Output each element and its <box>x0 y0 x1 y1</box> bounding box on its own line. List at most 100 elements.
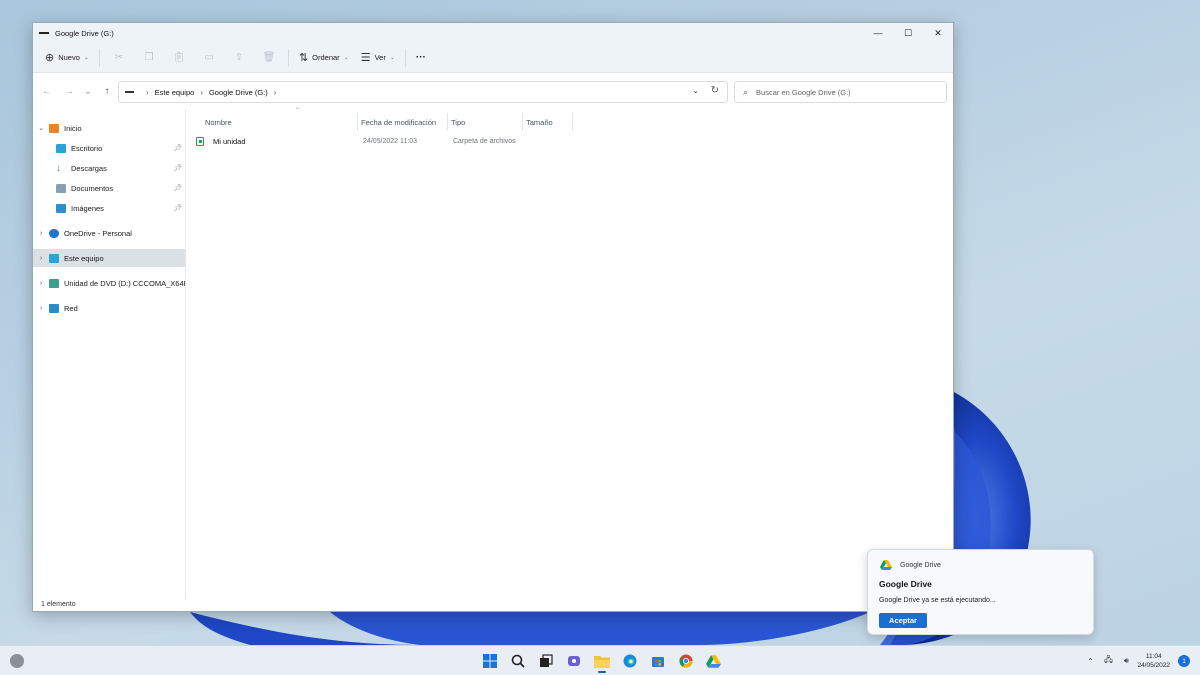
column-resizer[interactable] <box>572 113 573 131</box>
task-view-icon <box>539 654 553 667</box>
chevron-down-icon: ⌄ <box>343 55 349 61</box>
toolbar-divider <box>287 48 289 67</box>
toast-app-name: Google Drive <box>900 561 941 569</box>
file-modified: 24/05/2022 11:03 <box>363 137 417 145</box>
accept-button[interactable]: Aceptar <box>879 613 927 628</box>
file-explorer-taskbar-button[interactable] <box>588 649 615 673</box>
file-name: Mi unidad <box>213 136 246 146</box>
nav-label: Descargas <box>71 163 107 173</box>
close-button[interactable]: ✕ <box>923 23 953 43</box>
copy-icon[interactable]: ❐ <box>134 47 164 69</box>
breadcrumb-este-equipo[interactable]: Este equipo <box>155 88 195 97</box>
toast-message: Google Drive ya se está ejecutando... <box>879 597 996 604</box>
sort-button[interactable]: ⇅ Ordenar ⌄ <box>293 47 355 69</box>
view-button[interactable]: ☰ Ver ⌄ <box>355 47 401 69</box>
column-resizer[interactable] <box>357 113 358 131</box>
table-row[interactable]: Mi unidad 24/05/2022 11:03 Carpeta de ar… <box>196 133 536 149</box>
task-view-button[interactable] <box>532 649 559 673</box>
address-dropdown-icon[interactable]: ⌄ <box>692 86 699 95</box>
desktop-icon <box>56 143 66 153</box>
navigation-pane: ⌄ Inicio Escritorio 📌︎ ↓ Descargas 📌︎ Do… <box>33 109 185 599</box>
download-icon: ↓ <box>56 162 61 174</box>
nav-item-este-equipo[interactable]: › Este equipo <box>33 249 185 267</box>
maximize-button[interactable]: ☐ <box>893 23 923 43</box>
address-row: ← → ⌄ ↑ › Este equipo › Google Drive (G:… <box>33 73 953 109</box>
refresh-icon[interactable]: ↻ <box>711 85 719 96</box>
back-arrow-icon[interactable]: ← <box>37 81 57 101</box>
chat-icon <box>567 656 580 666</box>
minimize-button[interactable]: — <box>863 23 893 43</box>
window-title: Google Drive (G:) <box>55 28 114 38</box>
drive-folder-icon <box>196 136 204 146</box>
recent-chevron-icon[interactable]: ⌄ <box>81 81 95 101</box>
taskbar: ⌃ 🖧︎ 🔊︎ 11:04 24/05/2022 1 <box>0 645 1200 675</box>
nav-item-onedrive[interactable]: › OneDrive - Personal <box>33 224 185 242</box>
rename-icon[interactable]: ▭ <box>194 47 224 69</box>
nav-label: Documentos <box>71 183 114 193</box>
show-hidden-icons-chevron-icon[interactable]: ⌃ <box>1083 657 1097 666</box>
column-header-size[interactable]: Tamaño <box>526 113 574 131</box>
column-resizer[interactable] <box>447 113 448 131</box>
chat-button[interactable] <box>560 649 587 673</box>
expand-chevron-icon[interactable]: › <box>33 305 49 312</box>
column-header-type[interactable]: Tipo <box>451 113 523 131</box>
nav-item-red[interactable]: › Red <box>33 299 185 317</box>
nav-item-documentos[interactable]: Documentos 📌︎ <box>33 179 185 197</box>
paste-icon[interactable]: 📋︎ <box>164 47 194 69</box>
search-icon <box>511 654 525 668</box>
new-label: Nuevo <box>58 53 80 62</box>
share-icon[interactable]: ⇪ <box>224 47 254 69</box>
search-taskbar-button[interactable] <box>504 649 531 673</box>
column-header-name[interactable]: ⌃ Nombre <box>205 108 355 131</box>
expand-chevron-icon[interactable]: › <box>33 230 49 237</box>
notification-badge[interactable]: 1 <box>1178 655 1190 667</box>
status-bar-count: 1 elemento <box>41 601 76 608</box>
breadcrumb-chevron-icon: › <box>273 87 277 97</box>
start-button[interactable] <box>476 649 503 673</box>
pictures-icon <box>56 203 66 213</box>
delete-icon[interactable]: 🗑︎ <box>254 47 284 69</box>
forward-arrow-icon[interactable]: → <box>59 81 79 101</box>
chevron-down-icon: ⌄ <box>83 55 89 61</box>
toast-title: Google Drive <box>879 579 932 589</box>
drive-icon <box>39 32 49 34</box>
sort-label: Ordenar <box>312 53 340 62</box>
nav-item-descargas[interactable]: ↓ Descargas 📌︎ <box>33 159 185 177</box>
nav-label: Red <box>64 303 78 313</box>
volume-icon[interactable]: 🔊︎ <box>1119 656 1133 666</box>
breadcrumb-google-drive[interactable]: Google Drive (G:) <box>209 88 268 97</box>
google-drive-icon <box>706 654 721 668</box>
toolbar-divider <box>404 48 406 67</box>
expand-chevron-icon[interactable]: › <box>33 255 49 262</box>
clock[interactable]: 11:04 24/05/2022 <box>1137 652 1170 670</box>
nav-label: Imágenes <box>71 203 104 213</box>
plus-circle-icon: ⊕ <box>45 52 55 64</box>
up-arrow-icon[interactable]: ↑ <box>97 81 117 101</box>
nav-label: Este equipo <box>64 253 104 263</box>
chrome-button[interactable] <box>672 649 699 673</box>
search-box[interactable]: ⌕ <box>734 81 947 103</box>
search-input[interactable] <box>756 87 937 97</box>
nav-item-imagenes[interactable]: Imágenes 📌︎ <box>33 199 185 217</box>
edge-button[interactable] <box>616 649 643 673</box>
title-bar[interactable]: Google Drive (G:) — ☐ ✕ <box>33 23 953 43</box>
expand-chevron-icon[interactable]: › <box>33 280 49 287</box>
chrome-icon <box>678 654 692 668</box>
google-drive-taskbar-button[interactable] <box>700 649 727 673</box>
store-button[interactable] <box>644 649 671 673</box>
notification-toast[interactable]: Google Drive Google Drive Google Drive y… <box>867 549 1094 635</box>
widgets-icon[interactable] <box>10 654 24 668</box>
column-resizer[interactable] <box>522 113 523 131</box>
address-bar[interactable]: › Este equipo › Google Drive (G:) › ⌄ ↻ <box>118 81 728 103</box>
column-header-modified[interactable]: Fecha de modificación <box>361 113 449 131</box>
nav-item-dvd[interactable]: › Unidad de DVD (D:) CCCOMA_X64FRE <box>33 274 185 292</box>
new-button[interactable]: ⊕ Nuevo ⌄ <box>39 47 95 69</box>
expand-chevron-icon[interactable]: ⌄ <box>33 124 49 132</box>
network-icon[interactable]: 🖧︎ <box>1101 654 1115 668</box>
nav-item-inicio[interactable]: ⌄ Inicio <box>33 119 185 137</box>
cut-icon[interactable]: ✂ <box>104 47 134 69</box>
nav-item-escritorio[interactable]: Escritorio 📌︎ <box>33 139 185 157</box>
more-options-button[interactable]: ··· <box>410 47 432 69</box>
clock-time: 11:04 <box>1145 653 1162 660</box>
document-icon <box>56 183 66 193</box>
